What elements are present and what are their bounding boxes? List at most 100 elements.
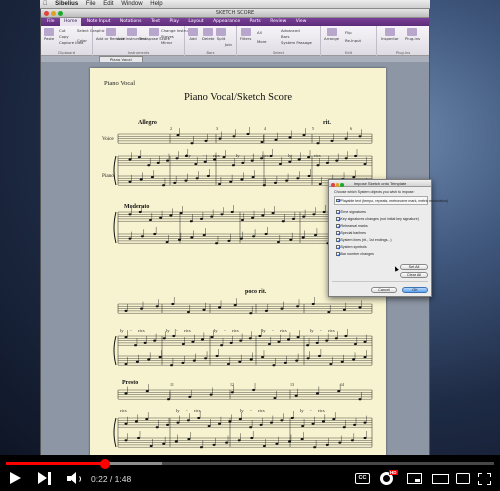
menu-help[interactable]: Help [147, 0, 165, 9]
delete-bar-button[interactable]: Delete [202, 28, 214, 41]
video-player[interactable]:  Sibelius File Edit Window Help SKETCH … [0, 0, 500, 491]
volume-icon[interactable] [67, 472, 85, 485]
cut-button[interactable]: Cut [59, 28, 66, 33]
close-window-icon[interactable] [44, 11, 49, 16]
fullscreen-icon[interactable] [478, 473, 491, 485]
video-frame[interactable]:  Sibelius File Edit Window Help SKETCH … [0, 0, 500, 455]
note-head [162, 337, 166, 340]
note-head [241, 161, 245, 164]
cast-icon[interactable] [456, 473, 470, 484]
playable-text-checkbox[interactable]: Playable text (tempo, repeats, metronome… [336, 199, 448, 203]
tab-play[interactable]: Play [165, 18, 182, 26]
checkbox-box[interactable] [336, 238, 340, 242]
note-head [162, 184, 166, 187]
progress-bar[interactable] [6, 458, 494, 469]
note-head [150, 176, 154, 179]
minimize-dialog-icon[interactable] [335, 183, 339, 187]
zoom-dialog-icon[interactable] [340, 183, 344, 187]
select-bars-button[interactable]: Bars [281, 34, 289, 39]
checkbox-box[interactable] [336, 245, 340, 249]
close-dialog-icon[interactable] [331, 183, 335, 187]
add-bar-button[interactable]: Add [188, 28, 198, 41]
next-icon[interactable] [38, 472, 52, 485]
option-checkbox[interactable]: Special barlines [336, 231, 366, 235]
staves-button[interactable]: Staves [161, 34, 174, 39]
measure-number: 12 [230, 382, 234, 387]
miniplayer-icon[interactable] [407, 473, 422, 484]
note-head [137, 156, 141, 159]
note-head [314, 234, 318, 237]
select-all-button[interactable]: All [257, 30, 262, 35]
note-head [232, 135, 236, 138]
system-passage-button[interactable]: System Passage [281, 40, 312, 45]
note-head [353, 423, 357, 426]
note-head [143, 341, 147, 344]
option-checkbox[interactable]: Time signatures [336, 210, 366, 214]
arrange-icon [326, 28, 337, 36]
join-bar-button[interactable]: Join [225, 42, 232, 47]
ok-button[interactable]: OK [402, 287, 428, 293]
note-head [207, 424, 211, 428]
option-label: System lines (rit., 1st endings...) [340, 238, 392, 242]
option-checkbox[interactable]: System symbols [336, 245, 367, 249]
note-head [295, 359, 299, 362]
option-checkbox[interactable]: Rehearsal marks [336, 224, 368, 228]
note-head [209, 393, 213, 396]
copy-button[interactable]: Copy [59, 34, 69, 39]
note-head [145, 390, 149, 393]
measure-number: 5 [312, 126, 314, 131]
note-head [134, 420, 138, 423]
tab-notations[interactable]: Notations [116, 18, 146, 26]
checkbox-box[interactable] [336, 210, 340, 214]
tab-parts[interactable]: Parts [246, 18, 265, 26]
minimize-window-icon[interactable] [51, 11, 56, 16]
checkbox-box[interactable] [336, 224, 340, 228]
advanced-button[interactable]: Advanced [281, 28, 300, 33]
option-checkbox[interactable]: Bar number changes [336, 252, 374, 256]
note-head [294, 394, 298, 397]
split-bar-button[interactable]: Split [216, 28, 226, 41]
checkbox-box[interactable] [336, 231, 340, 235]
cancel-button[interactable]: Cancel [371, 287, 397, 293]
theater-mode-icon[interactable] [432, 474, 449, 484]
apple-icon[interactable]:  [40, 0, 51, 9]
captions-icon[interactable]: CC [355, 473, 370, 484]
option-checkbox[interactable]: Key signatures changes (not initial key … [336, 217, 419, 221]
menu-sibelius[interactable]: Sibelius [52, 0, 81, 9]
arrange-button[interactable]: Arrange [324, 28, 339, 41]
select-more-button[interactable]: More [257, 39, 266, 44]
color-button[interactable]: Color [77, 38, 87, 43]
checkbox-box[interactable] [336, 217, 340, 221]
tab-note-input[interactable]: Note Input [83, 18, 115, 26]
flip-button[interactable]: Flip [345, 30, 352, 35]
re-input-button[interactable]: Re-Input [345, 38, 361, 43]
note-head [252, 235, 256, 238]
clear-all-button[interactable]: Clear All [400, 272, 428, 278]
zoom-window-icon[interactable] [58, 11, 63, 16]
plugins-button[interactable]: Plug-ins [405, 28, 420, 41]
checkbox-box[interactable] [336, 198, 340, 203]
tab-appearance[interactable]: Appearance [209, 18, 244, 26]
mirror-button[interactable]: Mirror [161, 40, 172, 45]
play-icon[interactable] [10, 472, 21, 484]
checkbox-box[interactable] [336, 252, 340, 256]
filters-button[interactable]: Filters [240, 28, 251, 41]
note-head [352, 358, 356, 361]
note-head [296, 305, 300, 308]
measure-number: 2 [170, 126, 172, 131]
option-checkbox[interactable]: System lines (rit., 1st endings...) [336, 238, 392, 242]
menu-window[interactable]: Window [118, 0, 145, 9]
tab-review[interactable]: Review [266, 18, 290, 26]
menu-edit[interactable]: Edit [100, 0, 116, 9]
paste-button[interactable]: Paste [44, 28, 54, 41]
tab-view[interactable]: View [292, 18, 311, 26]
set-all-button[interactable]: Set All [400, 264, 428, 270]
plugins-group: Inspector Plug-ins Plug-ins [377, 26, 429, 56]
tab-text[interactable]: Text [147, 18, 164, 26]
menu-file[interactable]: File [83, 0, 99, 9]
tab-layout[interactable]: Layout [184, 18, 207, 26]
note-head [344, 334, 348, 338]
note-head [181, 342, 185, 346]
inspector-button[interactable]: Inspector [381, 28, 399, 41]
scrubber-handle[interactable] [100, 458, 111, 469]
